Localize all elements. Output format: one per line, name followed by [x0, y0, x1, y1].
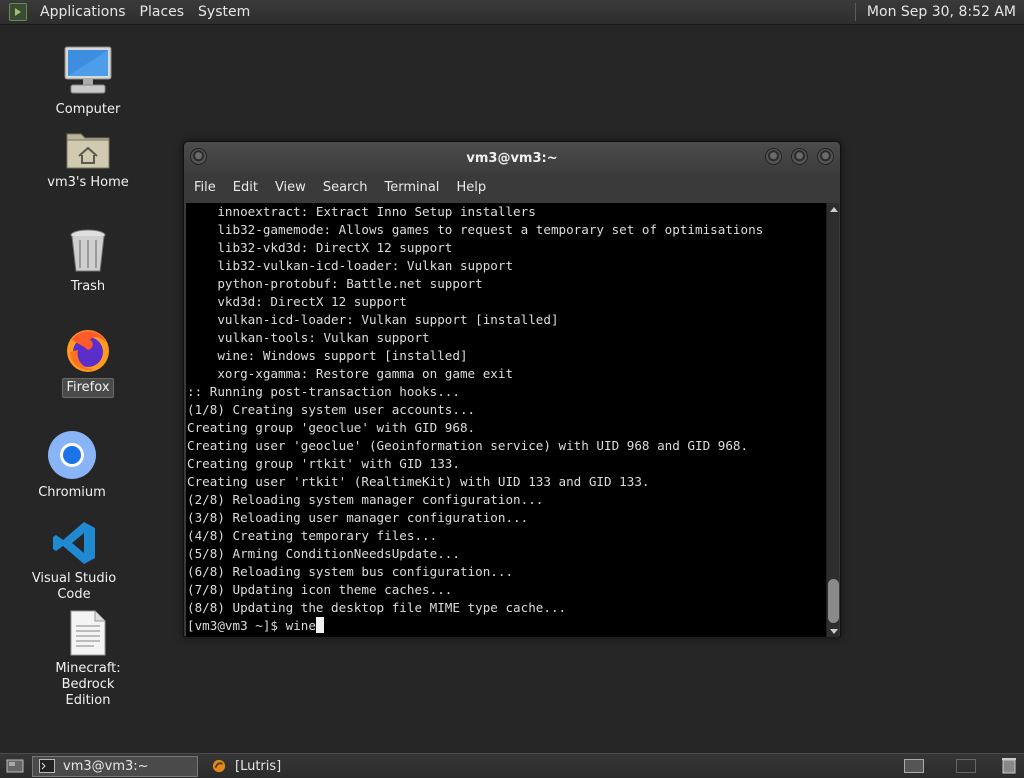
scroll-down-arrow-icon[interactable]: [827, 625, 840, 637]
terminal-line: Creating user 'geoclue' (Geoinformation …: [187, 438, 749, 453]
terminal-line: :: Running post-transaction hooks...: [187, 384, 460, 399]
desktop-icon-label: Computer: [55, 102, 121, 117]
trash-icon: [68, 228, 108, 274]
terminal-line: lib32-vkd3d: DirectX 12 support: [187, 240, 453, 255]
terminal-line: xorg-xgamma: Restore gamma on game exit: [187, 366, 514, 381]
terminal-line: (3/8) Reloading user manager configurati…: [187, 510, 529, 525]
window-title: vm3@vm3:~: [466, 150, 558, 166]
system-menu[interactable]: System: [191, 4, 257, 20]
terminal-line: (1/8) Creating system user accounts...: [187, 402, 476, 417]
desktop-icon-trash[interactable]: Trash: [28, 228, 148, 296]
terminal-line: lib32-gamemode: Allows games to request …: [187, 222, 764, 237]
home-folder-icon: [65, 128, 111, 170]
clock-area: Mon Sep 30, 8:52 AM: [854, 0, 1024, 24]
vscode-icon: [51, 520, 97, 566]
terminal-line: wine: Windows support [installed]: [187, 348, 468, 363]
lutris-icon: [212, 759, 226, 773]
maximize-button[interactable]: [791, 148, 808, 165]
terminal-output[interactable]: innoextract: Extract Inno Setup installe…: [186, 203, 827, 637]
desktop-icon-computer[interactable]: Computer: [28, 45, 148, 119]
terminal-line: Creating group 'geoclue' with GID 968.: [187, 420, 476, 435]
terminal-line: innoextract: Extract Inno Setup installe…: [187, 204, 536, 219]
menu-view[interactable]: View: [268, 180, 313, 195]
menu-file[interactable]: File: [187, 180, 223, 195]
terminal-line: Creating group 'rtkit' with GID 133.: [187, 456, 460, 471]
document-icon: [69, 610, 107, 656]
menu-search[interactable]: Search: [316, 180, 375, 195]
top-panel: Applications Places System Mon Sep 30, 8…: [0, 0, 1024, 25]
desktop-icon-label: Trash: [70, 279, 106, 294]
desktop-icon-vscode[interactable]: Visual Studio Code: [14, 520, 134, 604]
terminal-line: (6/8) Reloading system bus configuration…: [187, 564, 514, 579]
terminal-icon: [39, 759, 55, 773]
window-menu-button[interactable]: [190, 148, 207, 165]
terminal-line: vulkan-tools: Vulkan support: [187, 330, 430, 345]
window-titlebar[interactable]: vm3@vm3:~: [184, 142, 840, 174]
terminal-line: (4/8) Creating temporary files...: [187, 528, 438, 543]
terminal-prompt-line[interactable]: [vm3@vm3 ~]$ wine: [187, 617, 827, 635]
desktop-icon-label: Chromium: [38, 485, 106, 500]
clock[interactable]: Mon Sep 30, 8:52 AM: [867, 4, 1024, 20]
terminal-line: (8/8) Updating the desktop file MIME typ…: [187, 600, 567, 615]
taskbar-item-lutris[interactable]: [Lutris]: [204, 756, 364, 777]
terminal-scrollbar[interactable]: [826, 203, 839, 637]
scroll-up-arrow-icon[interactable]: [827, 203, 840, 215]
desktop-icon-chromium[interactable]: Chromium: [12, 430, 132, 502]
menu-edit[interactable]: Edit: [226, 180, 265, 195]
terminal-prompt: [vm3@vm3 ~]$ wine: [187, 618, 316, 633]
main-menu-icon[interactable]: [9, 3, 27, 21]
terminal-window[interactable]: vm3@vm3:~ File Edit View Search Terminal…: [183, 141, 841, 637]
terminal-line: vulkan-icd-loader: Vulkan support [insta…: [187, 312, 559, 327]
terminal-menubar: File Edit View Search Terminal Help: [184, 174, 840, 200]
chromium-icon: [47, 430, 97, 480]
applications-menu[interactable]: Applications: [33, 4, 133, 20]
menu-terminal[interactable]: Terminal: [377, 180, 446, 195]
workspace-2[interactable]: [956, 759, 976, 773]
desktop-icon-label: Visual Studio Code: [31, 571, 117, 602]
taskbar-item-label: [Lutris]: [235, 758, 282, 774]
desktop-icon-label: vm3's Home: [47, 175, 129, 190]
show-desktop-button[interactable]: [4, 756, 26, 776]
close-button[interactable]: [817, 148, 834, 165]
terminal-line: Creating user 'rtkit' (RealtimeKit) with…: [187, 474, 650, 489]
minimize-button[interactable]: [765, 148, 782, 165]
desktop-icon-home[interactable]: vm3's Home: [28, 128, 148, 192]
terminal-line: vkd3d: DirectX 12 support: [187, 294, 407, 309]
terminal-line: python-protobuf: Battle.net support: [187, 276, 483, 291]
workspace-1[interactable]: [904, 759, 924, 773]
panel-trash-icon[interactable]: [1000, 757, 1018, 775]
places-menu[interactable]: Places: [133, 4, 192, 20]
desktop-icon-firefox[interactable]: Firefox: [28, 326, 148, 398]
bottom-panel: vm3@vm3:~ [Lutris]: [0, 753, 1024, 778]
taskbar-item-terminal[interactable]: vm3@vm3:~: [32, 755, 198, 777]
menu-help[interactable]: Help: [449, 180, 493, 195]
panel-separator: [854, 3, 856, 21]
terminal-line: (7/8) Updating icon theme caches...: [187, 582, 453, 597]
computer-icon: [63, 45, 113, 97]
terminal-line: (2/8) Reloading system manager configura…: [187, 492, 544, 507]
desktop-icon-label: Minecraft: Bedrock Edition: [55, 661, 121, 708]
desktop-icon-label: Firefox: [62, 378, 114, 398]
terminal-line: (5/8) Arming ConditionNeedsUpdate...: [187, 546, 460, 561]
text-cursor: [315, 617, 324, 633]
desktop-icon-minecraft[interactable]: Minecraft: Bedrock Edition: [28, 610, 148, 710]
terminal-line: lib32-vulkan-icd-loader: Vulkan support: [187, 258, 514, 273]
taskbar-item-label: vm3@vm3:~: [63, 758, 149, 774]
scrollbar-thumb[interactable]: [828, 579, 839, 623]
show-desktop-icon: [6, 759, 24, 773]
firefox-icon: [64, 326, 112, 374]
